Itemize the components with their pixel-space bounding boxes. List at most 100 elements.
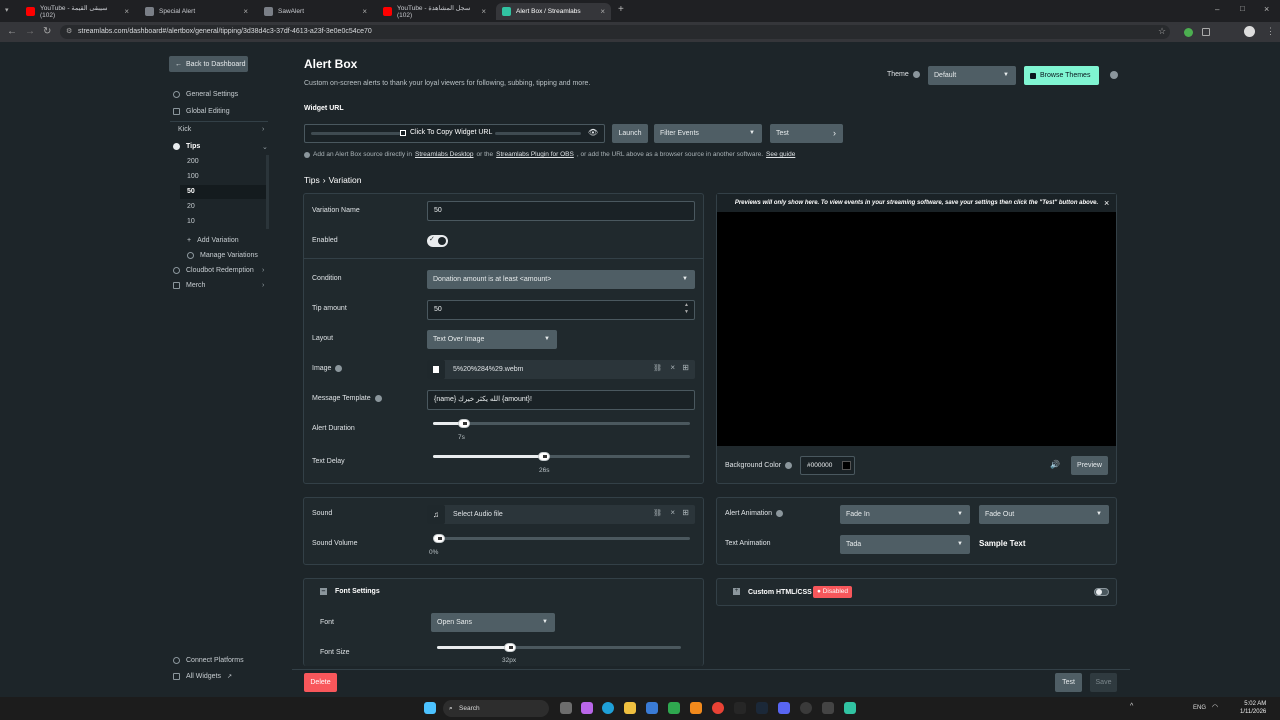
text-animation-select[interactable]: Tada ▼ bbox=[840, 535, 970, 554]
close-tab-icon[interactable]: × bbox=[243, 7, 248, 16]
link-icon[interactable]: ⛓ bbox=[653, 364, 662, 372]
spinner-icon[interactable]: ▲ ▼ bbox=[684, 302, 689, 316]
variation-name-input[interactable]: 50 bbox=[427, 201, 695, 221]
font-select[interactable]: Open Sans ▼ bbox=[431, 613, 555, 632]
browser-tab-3[interactable]: SawAlert × bbox=[258, 3, 373, 20]
close-tab-icon[interactable]: × bbox=[362, 7, 367, 16]
wifi-icon[interactable]: ◠ bbox=[1212, 703, 1218, 711]
puzzle-extensions-icon[interactable] bbox=[1202, 28, 1210, 36]
launch-button[interactable]: Launch bbox=[612, 124, 648, 143]
sidebar-variation-10[interactable]: 10 bbox=[187, 218, 195, 225]
close-tab-icon[interactable]: × bbox=[124, 7, 129, 16]
bookmark-star-icon[interactable]: ☆ bbox=[1158, 26, 1166, 37]
test-dropdown-button[interactable]: Test › bbox=[770, 124, 843, 143]
sidebar-item-global-editing[interactable]: Global Editing bbox=[173, 108, 230, 115]
animation-out-select[interactable]: Fade Out ▼ bbox=[979, 505, 1109, 524]
copilot-icon[interactable] bbox=[581, 702, 593, 714]
clock[interactable]: 5:02 AM 1/11/2026 bbox=[1240, 700, 1266, 716]
font-settings-header[interactable]: – Font Settings bbox=[320, 588, 380, 595]
back-to-dashboard-button[interactable]: ← Back to Dashboard bbox=[169, 56, 248, 72]
slider-handle[interactable] bbox=[457, 419, 470, 428]
close-window-icon[interactable]: × bbox=[1264, 4, 1269, 14]
menu-dots-icon[interactable]: ⋮ bbox=[1266, 26, 1275, 37]
condition-select[interactable]: Donation amount is at least <amount> ▼ bbox=[427, 270, 695, 289]
site-info-icon[interactable]: ⚙ bbox=[66, 25, 72, 39]
kick-icon[interactable] bbox=[734, 702, 746, 714]
browse-themes-button[interactable]: Browse Themes bbox=[1024, 66, 1099, 85]
extension-icon[interactable] bbox=[1184, 28, 1193, 37]
browser-tab-4[interactable]: YouTube - سجل المشاهدة (102) × bbox=[377, 3, 492, 20]
enabled-toggle[interactable]: ✓ bbox=[427, 235, 448, 247]
chrome-icon[interactable] bbox=[712, 702, 724, 714]
sound-volume-slider[interactable] bbox=[433, 534, 690, 543]
browser-tab-5[interactable]: Alert Box / Streamlabs × bbox=[496, 3, 611, 20]
footer-test-button[interactable]: Test bbox=[1055, 673, 1082, 692]
tip-amount-input[interactable]: 50 ▲ ▼ bbox=[427, 300, 695, 320]
windows-start-icon[interactable] bbox=[424, 702, 436, 714]
xbox-icon[interactable] bbox=[668, 702, 680, 714]
save-button[interactable]: Save bbox=[1090, 673, 1117, 692]
browser-tab-1[interactable]: YouTube - سيبقى القيمة (102) × bbox=[20, 3, 135, 20]
profile-avatar[interactable] bbox=[1244, 26, 1255, 37]
widget-url-field[interactable]: Click To Copy Widget URL 👁 bbox=[304, 124, 605, 143]
image-file-icon[interactable] bbox=[427, 360, 445, 379]
text-delay-slider[interactable] bbox=[433, 452, 690, 461]
connect-platforms-link[interactable]: Connect Platforms bbox=[173, 657, 244, 664]
font-size-slider[interactable] bbox=[437, 643, 681, 652]
back-arrow-icon[interactable]: ← bbox=[7, 26, 17, 37]
sidebar-item-tips[interactable]: Tips bbox=[173, 143, 200, 150]
volume-icon[interactable]: 🔊 bbox=[1050, 460, 1060, 469]
breadcrumb-tips[interactable]: Tips bbox=[304, 175, 320, 185]
expand-icon[interactable]: + bbox=[733, 588, 740, 595]
steam-icon[interactable] bbox=[756, 702, 768, 714]
lang-indicator[interactable]: ENG bbox=[1193, 705, 1206, 711]
task-view-icon[interactable] bbox=[560, 702, 572, 714]
preview-button[interactable]: Preview bbox=[1071, 456, 1108, 475]
new-tab-icon[interactable]: + bbox=[618, 4, 624, 15]
animation-in-select[interactable]: Fade In ▼ bbox=[840, 505, 970, 524]
store-icon[interactable] bbox=[646, 702, 658, 714]
slider-handle[interactable] bbox=[537, 452, 550, 461]
alert-duration-slider[interactable] bbox=[433, 419, 690, 428]
grid-icon[interactable]: ⊞ bbox=[682, 508, 689, 517]
obs-plugin-link[interactable]: Streamlabs Plugin for OBS bbox=[496, 151, 574, 158]
variation-scrollbar[interactable] bbox=[266, 155, 269, 229]
manage-variations-button[interactable]: Manage Variations bbox=[187, 252, 258, 259]
grid-icon[interactable]: ⊞ bbox=[682, 363, 689, 372]
layout-select[interactable]: Text Over Image ▼ bbox=[427, 330, 557, 349]
maximize-icon[interactable]: □ bbox=[1240, 4, 1245, 13]
copy-widget-url-button[interactable]: Click To Copy Widget URL bbox=[400, 129, 492, 136]
sidebar-item-merch[interactable]: Merch bbox=[173, 282, 205, 289]
slider-handle[interactable] bbox=[433, 534, 445, 543]
edge-icon[interactable] bbox=[602, 702, 614, 714]
app-icon[interactable] bbox=[822, 702, 834, 714]
sidebar-variation-20[interactable]: 20 bbox=[187, 203, 195, 210]
sidebar-item-kick[interactable]: Kick bbox=[178, 126, 191, 133]
tray-chevron-icon[interactable]: ^ bbox=[1130, 703, 1133, 710]
streamlabs-desktop-link[interactable]: Streamlabs Desktop bbox=[415, 151, 474, 158]
delete-button[interactable]: Delete bbox=[304, 673, 337, 692]
eye-icon[interactable]: 👁 bbox=[588, 128, 598, 137]
browser-tab-2[interactable]: Special Alert × bbox=[139, 3, 254, 20]
taskbar-search[interactable]: ⌕ Search bbox=[443, 700, 549, 717]
help-icon[interactable] bbox=[1110, 71, 1118, 79]
close-notice-icon[interactable]: × bbox=[1104, 198, 1109, 208]
minimize-icon[interactable]: – bbox=[1215, 5, 1219, 14]
close-icon[interactable]: × bbox=[670, 363, 675, 372]
sidebar-item-general-settings[interactable]: General Settings bbox=[173, 91, 238, 98]
see-guide-link[interactable]: See guide bbox=[766, 151, 795, 158]
theme-select[interactable]: Default ▼ bbox=[928, 66, 1016, 85]
vlc-icon[interactable] bbox=[690, 702, 702, 714]
close-icon[interactable]: × bbox=[670, 508, 675, 517]
music-note-icon[interactable]: ♫ bbox=[427, 505, 445, 524]
discord-icon[interactable] bbox=[778, 702, 790, 714]
file-explorer-icon[interactable] bbox=[624, 702, 636, 714]
message-template-input[interactable]: {name} الله يكثر خيرك {amount}! bbox=[427, 390, 695, 410]
streamlabs-icon[interactable] bbox=[844, 702, 856, 714]
forward-arrow-icon[interactable]: → bbox=[25, 26, 35, 37]
all-widgets-link[interactable]: All Widgets ↗ bbox=[173, 673, 232, 680]
link-icon[interactable]: ⛓ bbox=[653, 509, 662, 517]
background-color-input[interactable]: #000000 bbox=[800, 456, 855, 475]
slider-handle[interactable] bbox=[504, 643, 517, 652]
sidebar-variation-200[interactable]: 200 bbox=[187, 158, 199, 165]
